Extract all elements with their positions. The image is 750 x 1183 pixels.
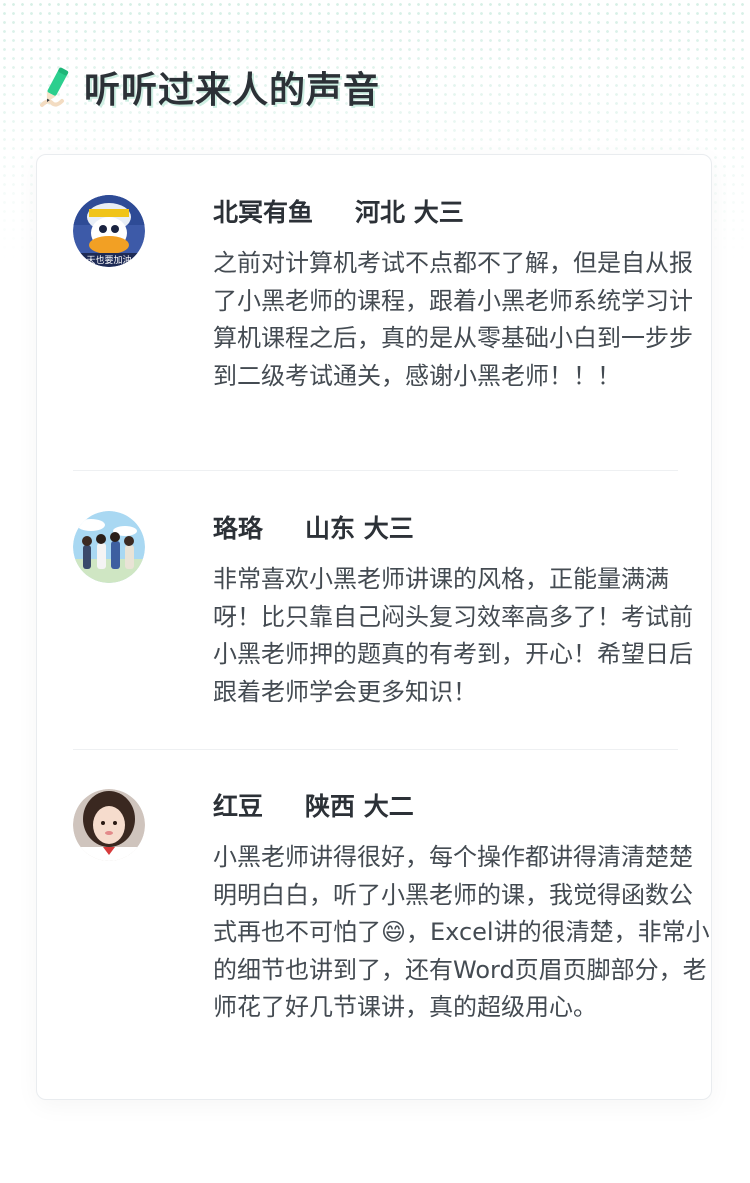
reviewer-info: 珞珞 山东 大三 — [213, 511, 414, 547]
avatar — [73, 511, 145, 583]
reviewer-name: 红豆 — [213, 792, 264, 821]
avatar: 天也要加油 — [73, 195, 145, 267]
section-header: 听听过来人的声音 — [38, 62, 380, 112]
reviewer-location: 陕西 大二 — [305, 792, 414, 821]
review-text: 小黑老师讲得很好，每个操作都讲得清清楚楚明明白白，听了小黑老师的课，我觉得函数公… — [213, 843, 710, 1021]
review-text: 非常喜欢小黑老师讲课的风格，正能量满满呀！比只靠自己闷头复习效率高多了！考试前小… — [213, 565, 693, 706]
avatar — [73, 789, 145, 861]
reviewer-name: 北冥有鱼 — [213, 198, 314, 227]
reviews-card: 天也要加油 北冥有鱼 河北 大三 之前对计算机考试不点都不了解，但是自从报了小黑老… — [36, 154, 712, 1100]
reviewer-name: 珞珞 — [213, 514, 264, 543]
divider — [73, 749, 678, 750]
review-text: 之前对计算机考试不点都不了解，但是自从报了小黑老师的课程，跟着小黑老师系统学习计… — [213, 249, 693, 390]
svg-text:天也要加油: 天也要加油 — [86, 254, 131, 266]
section-title: 听听过来人的声音 — [84, 70, 381, 111]
reviewer-location: 山东 大三 — [305, 514, 414, 543]
reviewer-info: 红豆 陕西 大二 — [213, 789, 414, 825]
pencil-icon — [40, 67, 69, 107]
reviewer-location: 河北 大三 — [355, 198, 464, 227]
reviewer-info: 北冥有鱼 河北 大三 — [213, 195, 464, 231]
divider — [73, 470, 678, 471]
